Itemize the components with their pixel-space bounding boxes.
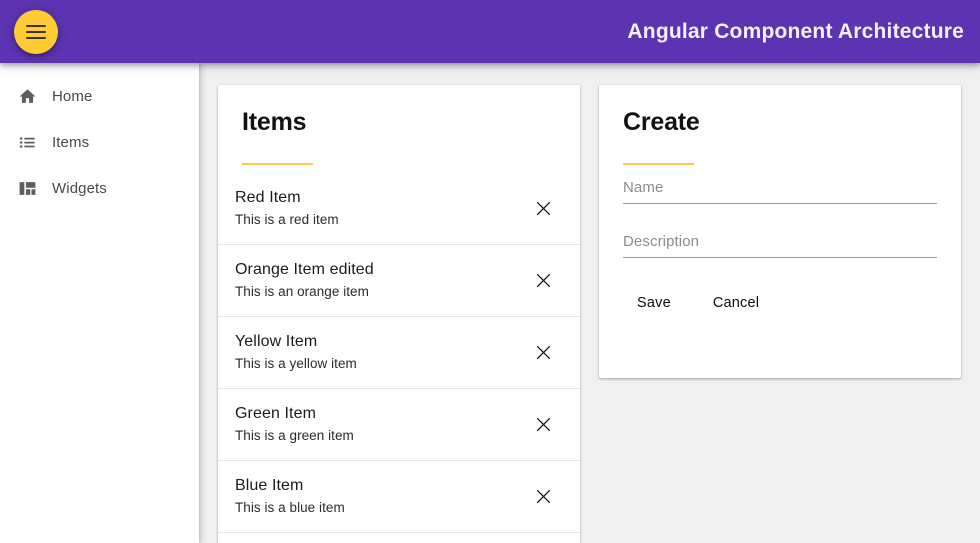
- sidenav: Home Items Widgets: [0, 63, 199, 543]
- cancel-button[interactable]: Cancel: [699, 287, 773, 319]
- delete-item-button[interactable]: [528, 337, 558, 367]
- sidebar-item-widgets[interactable]: Widgets: [0, 165, 199, 211]
- delete-item-button[interactable]: [528, 481, 558, 511]
- item-list: Red Item This is a red item Orange Item …: [218, 173, 580, 533]
- items-card-header: Items: [218, 85, 580, 165]
- create-form: Save Cancel: [623, 178, 937, 325]
- description-field[interactable]: [623, 232, 937, 258]
- delete-item-button[interactable]: [528, 409, 558, 439]
- sidebar-item-home-label: Home: [52, 87, 93, 105]
- menu-toggle-button[interactable]: [14, 10, 58, 54]
- list-item[interactable]: Blue Item This is a blue item: [218, 461, 580, 533]
- list-item-description: This is a blue item: [235, 499, 345, 515]
- create-card-title: Create: [623, 108, 700, 136]
- list-item-description: This is a green item: [235, 427, 354, 443]
- list-item[interactable]: Green Item This is a green item: [218, 389, 580, 461]
- name-field[interactable]: [623, 178, 937, 204]
- list-item-title: Blue Item: [235, 476, 304, 494]
- list-item-title: Green Item: [235, 404, 317, 422]
- close-x-icon: [536, 273, 550, 287]
- items-title-rule: [242, 162, 313, 165]
- save-button[interactable]: Save: [623, 287, 685, 319]
- list-item-description: This is a yellow item: [235, 355, 357, 371]
- description-field-wrapper: [623, 232, 937, 258]
- sidebar-item-items-label: Items: [52, 133, 90, 151]
- content-area: Items Red Item This is a red item Orange…: [199, 63, 980, 543]
- list-item[interactable]: Orange Item edited This is an orange ite…: [218, 245, 580, 317]
- list-item-description: This is a red item: [235, 211, 339, 227]
- name-field-wrapper: [623, 178, 937, 204]
- create-card: Create Save Cancel: [599, 85, 961, 378]
- items-card-title: Items: [242, 108, 307, 136]
- close-x-icon: [536, 417, 550, 431]
- list-item-text: Yellow Item This is a yellow item: [235, 332, 357, 373]
- create-title-rule: [623, 162, 694, 165]
- list-item-title: Orange Item edited: [235, 260, 374, 278]
- app-root: Angular Component Architecture Home Item…: [0, 0, 980, 543]
- list-item-title: Red Item: [235, 188, 301, 206]
- list-item[interactable]: Yellow Item This is a yellow item: [218, 317, 580, 389]
- sidebar-item-widgets-label: Widgets: [52, 179, 107, 197]
- sidebar-item-home[interactable]: Home: [0, 73, 199, 119]
- form-actions: Save Cancel: [623, 287, 937, 325]
- app-toolbar: Angular Component Architecture: [0, 0, 980, 63]
- list-item-description: This is an orange item: [235, 283, 369, 299]
- list-item-text: Red Item This is a red item: [235, 188, 339, 229]
- dashboard-grid-icon: [16, 177, 38, 199]
- close-x-icon: [536, 201, 550, 215]
- sidebar-item-items[interactable]: Items: [0, 119, 199, 165]
- items-card: Items Red Item This is a red item Orange…: [218, 85, 580, 543]
- list-icon: [16, 131, 38, 153]
- list-item-text: Orange Item edited This is an orange ite…: [235, 260, 374, 301]
- home-icon: [16, 85, 38, 107]
- create-card-body: Create Save Cancel: [599, 85, 961, 325]
- delete-item-button[interactable]: [528, 193, 558, 223]
- delete-item-button[interactable]: [528, 265, 558, 295]
- page-title: Angular Component Architecture: [627, 20, 964, 43]
- list-item-title: Yellow Item: [235, 332, 318, 350]
- close-x-icon: [536, 345, 550, 359]
- list-item-text: Blue Item This is a blue item: [235, 476, 345, 517]
- list-item[interactable]: Red Item This is a red item: [218, 173, 580, 245]
- hamburger-menu-icon: [26, 25, 46, 39]
- list-item-text: Green Item This is a green item: [235, 404, 354, 445]
- close-x-icon: [536, 489, 550, 503]
